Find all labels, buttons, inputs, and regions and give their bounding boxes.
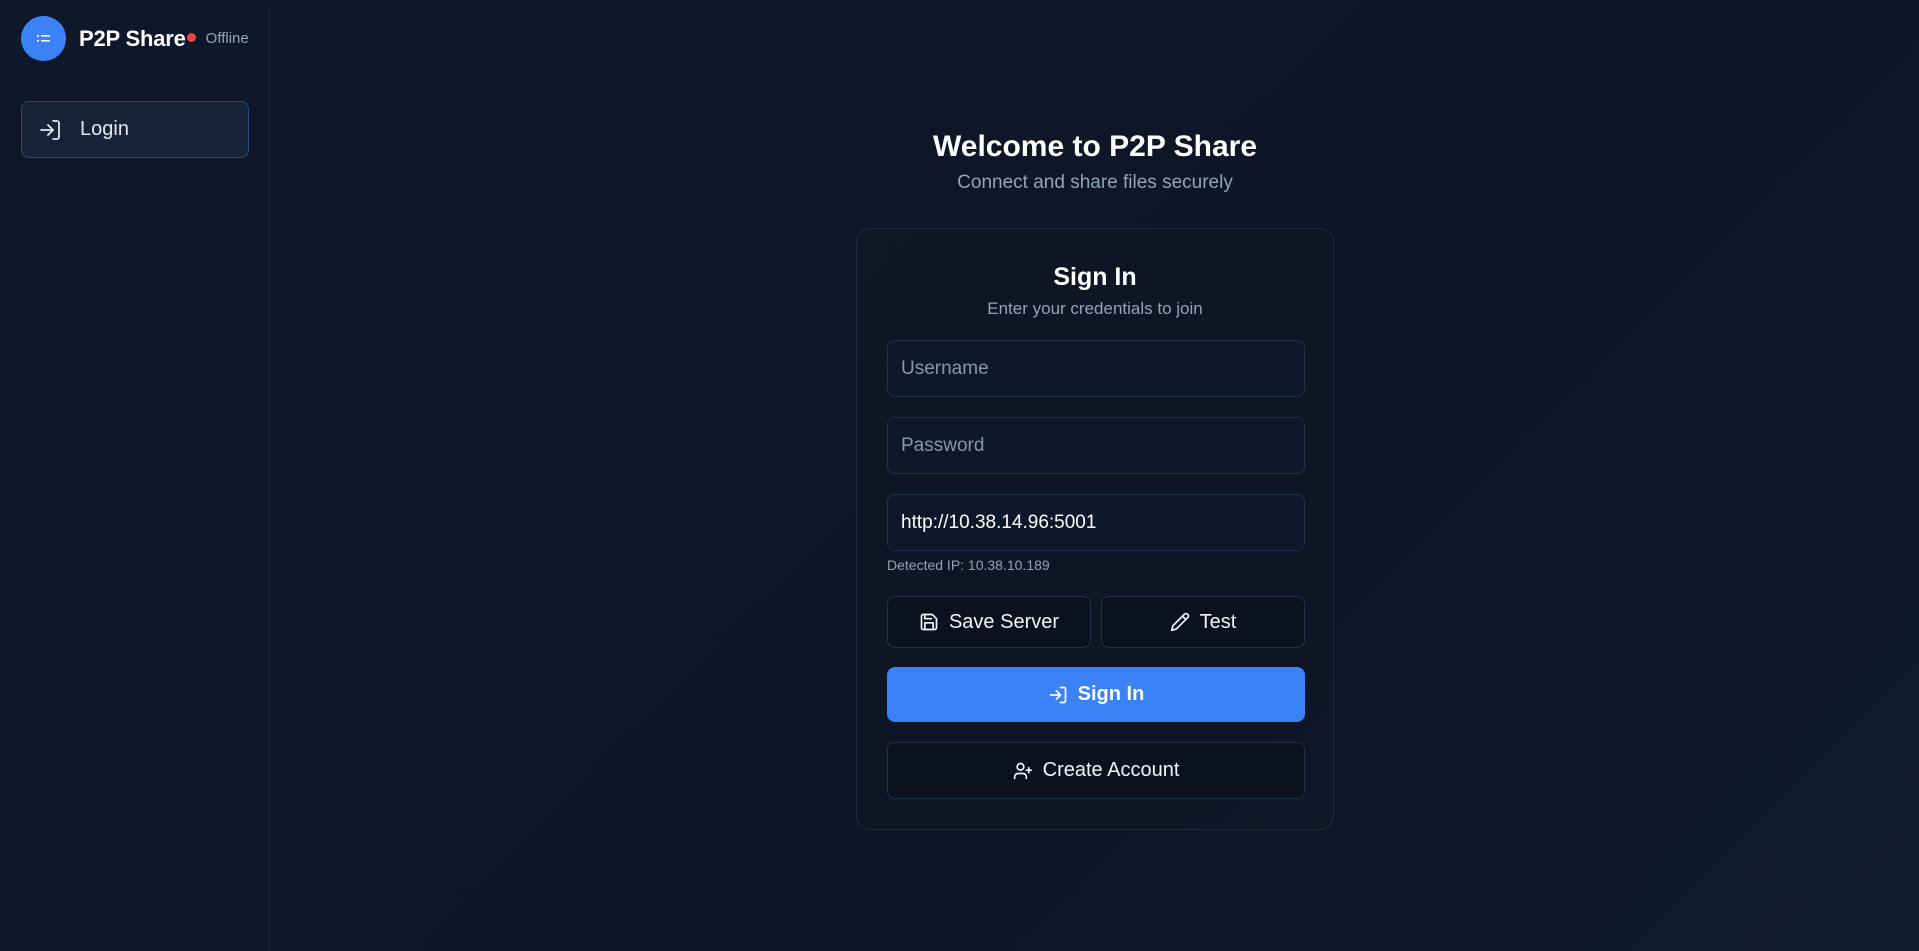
sign-in-label: Sign In: [1077, 683, 1145, 705]
create-account-button[interactable]: Create Account: [887, 742, 1305, 799]
test-label: Test: [1199, 610, 1237, 633]
pencil-icon: [1170, 612, 1190, 632]
create-account-label: Create Account: [1042, 759, 1180, 781]
brand: P2P Share Offline: [21, 16, 249, 61]
connection-status: Offline: [205, 30, 249, 47]
user-plus-icon: [1013, 761, 1033, 781]
status-dot: [186, 33, 196, 42]
save-icon: [919, 612, 939, 632]
card-title: Sign In: [1053, 263, 1137, 291]
app-name: P2P Share: [79, 25, 186, 51]
app-logo-icon: [21, 16, 66, 61]
test-button[interactable]: Test: [1101, 596, 1305, 648]
sign-in-card: Sign In Enter your credentials to join D…: [856, 228, 1334, 830]
card-subtitle: Enter your credentials to join: [987, 299, 1203, 318]
page-title: Welcome to P2P Share: [932, 130, 1258, 163]
password-input[interactable]: [887, 417, 1305, 474]
page-subtitle: Connect and share files securely: [957, 172, 1233, 193]
sidebar-item-label: Login: [80, 118, 129, 140]
sidebar: P2P Share Offline Login: [0, 0, 270, 951]
save-server-button[interactable]: Save Server: [887, 596, 1091, 648]
detected-ip-text: Detected IP: 10.38.10.189: [887, 557, 1050, 573]
username-input[interactable]: [887, 340, 1305, 397]
sign-in-button[interactable]: Sign In: [887, 667, 1305, 722]
save-server-label: Save Server: [948, 610, 1060, 633]
sidebar-item-login[interactable]: Login: [21, 101, 249, 158]
login-icon: [1048, 685, 1068, 705]
server-url-input[interactable]: [887, 494, 1305, 551]
login-icon: [38, 118, 62, 142]
